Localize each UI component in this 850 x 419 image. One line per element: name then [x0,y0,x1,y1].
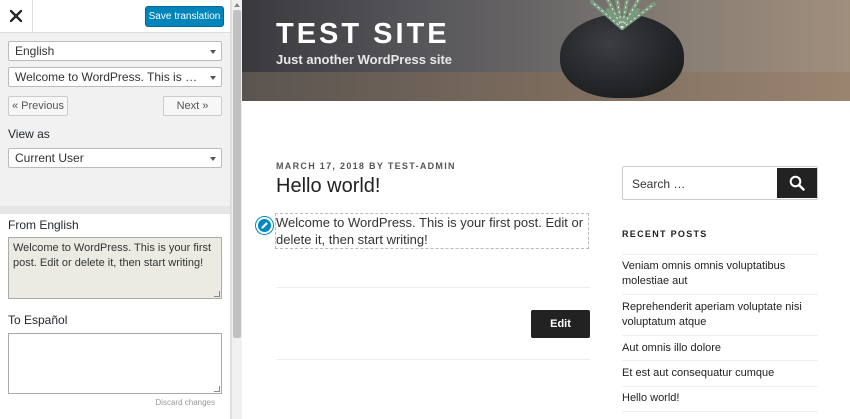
divider [622,335,818,336]
to-label: To Español [8,313,68,327]
post-date[interactable]: MARCH 17, 2018 [276,161,365,171]
from-label: From English [8,218,79,232]
site-title[interactable]: TEST SITE [276,18,450,51]
divider [622,386,818,387]
recent-post-link[interactable]: Et est aut consequatur cumque [622,366,818,381]
translation-panel: Save translation English Welcome to Word… [0,0,231,419]
divider [622,254,818,255]
divider [622,411,818,412]
recent-post-link[interactable]: Veniam omnis omnis voluptatibus molestia… [622,259,818,289]
chevron-down-icon [210,157,216,161]
close-button[interactable] [0,0,33,32]
scrollbar-thumb[interactable] [233,10,241,338]
site-tagline: Just another WordPress site [276,52,453,67]
language-select-value: English [15,44,55,58]
chevron-down-icon [210,76,216,80]
view-as-select-value: Current User [15,151,84,165]
search-placeholder: Search … [632,177,686,191]
previous-button[interactable]: « Previous [8,96,68,116]
panel-header: Save translation [0,0,230,33]
recent-post-link[interactable]: Aut omnis illo dolore [622,341,818,356]
edit-button[interactable]: Edit [531,310,590,338]
resize-grip-icon [214,291,220,297]
search-input[interactable]: Search … [622,166,818,200]
discard-changes-link[interactable]: Discard changes [155,398,215,407]
recent-posts-heading: RECENT POSTS [622,229,708,239]
plant-image [590,0,656,30]
divider [622,294,818,295]
save-translation-button[interactable]: Save translation [145,6,224,27]
post-meta-by: BY [369,161,384,171]
resize-grip-icon [214,386,220,392]
string-select-value: Welcome to WordPress. This is your first… [15,70,199,84]
translation-text-area[interactable] [8,333,222,394]
string-select[interactable]: Welcome to WordPress. This is your first… [8,67,222,87]
divider [276,287,590,288]
source-text: Welcome to WordPress. This is your first… [13,242,212,269]
header-image: TEST SITE Just another WordPress site [242,0,850,101]
source-text-area: Welcome to WordPress. This is your first… [8,237,222,299]
close-icon [10,10,22,22]
post-meta: MARCH 17, 2018 BY TEST-ADMIN [276,161,456,171]
header-image-table [242,72,850,101]
post-content[interactable]: Welcome to WordPress. This is your first… [275,213,589,249]
recent-post-link[interactable]: Hello world! [622,391,818,406]
divider [276,359,590,360]
language-select[interactable]: English [8,41,222,61]
site-preview: TEST SITE Just another WordPress site MA… [242,0,850,419]
next-button[interactable]: Next » [163,96,222,116]
recent-post-link[interactable]: Reprehenderit aperiam voluptate nisi vol… [622,300,818,330]
post-title[interactable]: Hello world! [276,175,380,198]
view-as-select[interactable]: Current User [8,148,222,168]
edit-shortcut-button[interactable] [256,217,273,234]
chevron-down-icon [210,50,216,54]
pencil-icon [261,222,268,229]
scroll-up-arrow-icon[interactable] [233,1,241,8]
view-as-label: View as [8,127,50,141]
search-icon [789,175,805,191]
search-button[interactable] [777,168,817,198]
divider [622,360,818,361]
post-author[interactable]: TEST-ADMIN [388,161,456,171]
